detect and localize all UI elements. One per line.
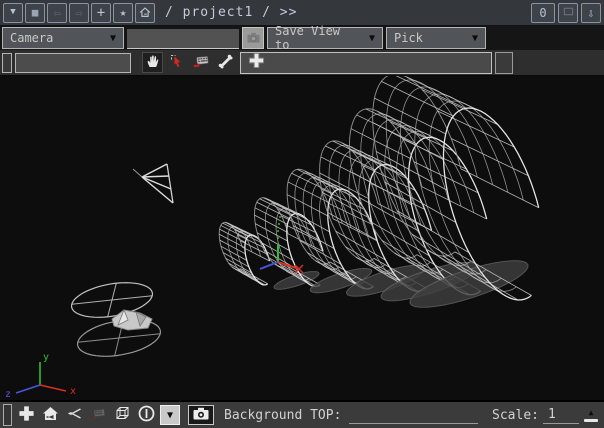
snapshot-button[interactable] — [188, 405, 214, 425]
circle-bar-icon — [137, 404, 156, 427]
tool-row-end-button[interactable] — [495, 51, 513, 74]
forward-button[interactable]: ⇨ — [69, 2, 89, 23]
3d-viewport[interactable]: x y z — [0, 76, 604, 400]
home-icon — [138, 5, 152, 21]
camera-icon — [246, 29, 261, 48]
collapse-field-button[interactable] — [2, 52, 12, 73]
back-arrow-icon: ⇦ — [53, 5, 61, 20]
chevron-down-icon: ▼ — [10, 7, 16, 17]
camera-icon — [192, 406, 210, 425]
selection-text-field[interactable] — [15, 52, 131, 73]
viewer-tab-bar — [240, 51, 492, 74]
arrow-to-point-icon — [66, 406, 83, 425]
select-cursor-icon — [169, 53, 185, 73]
forward-arrow-icon: ⇨ — [75, 5, 83, 20]
top-toolbar: ▼ ■ ⇦ ⇨ + ★ / project1 / >> 0 ⇩ — [0, 0, 604, 26]
star-icon: ★ — [119, 6, 127, 19]
axis-y-label: y — [43, 352, 49, 363]
bone-tool-button[interactable] — [214, 52, 235, 73]
shading-mode-button[interactable] — [112, 405, 132, 425]
background-top-input[interactable] — [349, 406, 479, 424]
plus-icon — [18, 405, 35, 426]
scale-label: Scale: — [492, 407, 539, 423]
view-pan-tool-button[interactable] — [142, 52, 163, 73]
keyboard-transform-icon — [192, 53, 210, 73]
select-tool-button[interactable] — [166, 52, 187, 73]
scale-spinner[interactable]: ▲ — [583, 407, 599, 422]
snapshot-view-button[interactable] — [242, 27, 264, 49]
geometry-viewer-window: ▼ ■ ⇦ ⇨ + ★ / project1 / >> 0 ⇩ Camera ▼… — [0, 0, 604, 428]
home-icon — [41, 405, 60, 426]
viewer-menu-button[interactable]: ▼ — [3, 2, 23, 23]
stop-icon: ■ — [31, 6, 39, 19]
transform-indicator-button[interactable] — [88, 405, 108, 425]
transform-tool-button[interactable] — [190, 52, 211, 73]
chevron-down-icon: ▼ — [166, 409, 174, 421]
collapse-button[interactable]: ⇩ — [581, 2, 601, 23]
scale-input[interactable]: 1 — [543, 407, 579, 424]
collapse-bar-button[interactable] — [3, 404, 12, 426]
chevron-down-icon: ▼ — [368, 32, 375, 44]
home-view-button[interactable] — [40, 405, 60, 425]
home-path-button[interactable] — [135, 2, 155, 23]
pick-label: Pick — [394, 31, 423, 45]
save-view-to-dropdown[interactable]: Save View to ▼ — [267, 24, 383, 52]
chevron-down-icon: ▼ — [471, 32, 478, 44]
display-options-dropdown[interactable]: ▼ — [160, 405, 180, 425]
down-arrow-icon: ⇩ — [587, 5, 595, 20]
save-view-to-label: Save View to — [275, 24, 341, 52]
pick-dropdown[interactable]: Pick ▼ — [386, 27, 486, 49]
view-name-input[interactable] — [127, 29, 239, 49]
camera-select-dropdown[interactable]: Camera ▼ — [2, 27, 124, 49]
add-pane-button[interactable]: + — [91, 2, 111, 23]
camera-select-label: Camera — [10, 31, 54, 45]
hand-icon — [145, 53, 161, 73]
chevron-down-icon: ▼ — [109, 32, 116, 44]
axis-x-label: x — [70, 386, 76, 397]
spinner-up-icon: ▲ — [588, 407, 594, 417]
bone-icon — [217, 53, 233, 73]
maximize-button[interactable] — [558, 2, 578, 23]
spinner-bar — [584, 418, 598, 422]
frame-selected-button[interactable] — [64, 405, 84, 425]
topbar-right-group: 0 ⇩ — [531, 2, 601, 23]
back-button[interactable]: ⇦ — [47, 2, 67, 23]
stop-button[interactable]: ■ — [25, 2, 45, 23]
keyboard-transform-icon — [89, 406, 107, 425]
counter-value: 0 — [539, 5, 547, 20]
wireframe-scene: x y z — [5, 76, 540, 400]
plus-icon: + — [96, 4, 106, 21]
viewport-tool-row — [0, 50, 604, 76]
wireframe-cube-icon — [114, 405, 131, 426]
plus-icon — [247, 52, 266, 73]
axis-z-label: z — [5, 389, 11, 400]
square-outline-icon — [563, 6, 574, 19]
breadcrumb[interactable]: / project1 / >> — [165, 5, 297, 20]
camera-view-bar: Camera ▼ Save View to ▼ Pick ▼ — [0, 24, 604, 52]
counter-button[interactable]: 0 — [531, 2, 555, 23]
add-view-button[interactable] — [16, 405, 36, 425]
viewport-status-bar: ▼ Background TOP: Scale: 1 ▲ — [0, 400, 604, 428]
add-tab-button[interactable] — [244, 52, 268, 73]
bookmark-button[interactable]: ★ — [113, 2, 133, 23]
display-options-button[interactable] — [136, 405, 156, 425]
background-top-label: Background TOP: — [224, 407, 342, 423]
